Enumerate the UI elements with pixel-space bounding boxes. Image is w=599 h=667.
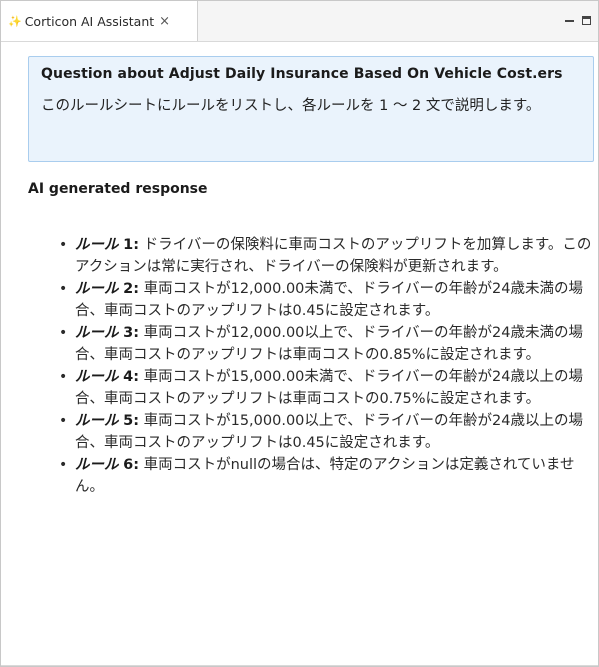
- rule-list: • ルール 1: ドライバーの保険料に車両コストのアップリフトを加算します。このア…: [57, 234, 595, 498]
- rule-label: ルール: [75, 325, 119, 341]
- rule-number: 1:: [123, 237, 139, 253]
- rule-item: • ルール 4: 車両コストが15,000.00未満で、ドライバーの年齢が24歳以…: [57, 366, 595, 410]
- rule-item: • ルール 6: 車両コストがnullの場合は、特定のアクションは定義されていませ…: [57, 454, 595, 498]
- rule-text: 車両コストが12,000.00未満で、ドライバーの年齢が24歳未満の場合、車両コ…: [75, 281, 583, 319]
- question-text: このルールシートにルールをリストし、各ルールを 1 ～ 2 文で説明します。: [41, 98, 541, 114]
- rule-text: 車両コストが15,000.00未満で、ドライバーの年齢が24歳以上の場合、車両コ…: [75, 369, 583, 407]
- bullet: •: [59, 457, 68, 473]
- tab-corticon-ai-assistant[interactable]: ✨ Corticon AI Assistant ×: [1, 1, 198, 41]
- rule-number: 3:: [123, 325, 139, 341]
- rule-label: ルール: [75, 369, 119, 385]
- rule-label: ルール: [75, 237, 119, 253]
- bullet: •: [59, 281, 68, 297]
- rule-label: ルール: [75, 413, 119, 429]
- divider: [1, 665, 598, 666]
- rule-item: • ルール 3: 車両コストが12,000.00以上で、ドライバーの年齢が24歳未…: [57, 322, 595, 366]
- tab-title: Corticon AI Assistant: [24, 13, 155, 29]
- bullet: •: [59, 369, 68, 385]
- rule-text: 車両コストが15,000.00以上で、ドライバーの年齢が24歳以上の場合、車両コ…: [75, 413, 583, 451]
- minimize-icon[interactable]: [565, 16, 574, 25]
- rule-number: 5:: [123, 413, 139, 429]
- rule-label: ルール: [75, 457, 119, 473]
- close-tab-icon[interactable]: ×: [159, 14, 170, 29]
- bullet: •: [59, 237, 68, 253]
- rule-number: 6:: [123, 457, 139, 473]
- bullet: •: [59, 413, 68, 429]
- rule-label: ルール: [75, 281, 119, 297]
- rule-text: 車両コストがnullの場合は、特定のアクションは定義されていません。: [75, 457, 575, 495]
- rule-number: 2:: [123, 281, 139, 297]
- rule-text: ドライバーの保険料に車両コストのアップリフトを加算します。このアクションは常に実…: [75, 237, 592, 275]
- question-box: Question about Adjust Daily Insurance Ba…: [28, 56, 594, 162]
- rule-item: • ルール 1: ドライバーの保険料に車両コストのアップリフトを加算します。このア…: [57, 234, 595, 278]
- rule-item: • ルール 5: 車両コストが15,000.00以上で、ドライバーの年齢が24歳以…: [57, 410, 595, 454]
- rule-text: 車両コストが12,000.00以上で、ドライバーの年齢が24歳未満の場合、車両コ…: [75, 325, 583, 363]
- bullet: •: [59, 325, 68, 341]
- sparkle-icon: ✨: [8, 14, 22, 28]
- question-title: Question about Adjust Daily Insurance Ba…: [41, 66, 563, 82]
- rule-item: • ルール 2: 車両コストが12,000.00未満で、ドライバーの年齢が24歳未…: [57, 278, 595, 322]
- rule-number: 4:: [123, 369, 139, 385]
- view-tab-bar: ✨ Corticon AI Assistant ×: [1, 1, 598, 42]
- ai-assistant-view: ✨ Corticon AI Assistant × Question about…: [0, 0, 599, 667]
- response-heading: AI generated response: [28, 181, 208, 197]
- maximize-icon[interactable]: [582, 16, 591, 25]
